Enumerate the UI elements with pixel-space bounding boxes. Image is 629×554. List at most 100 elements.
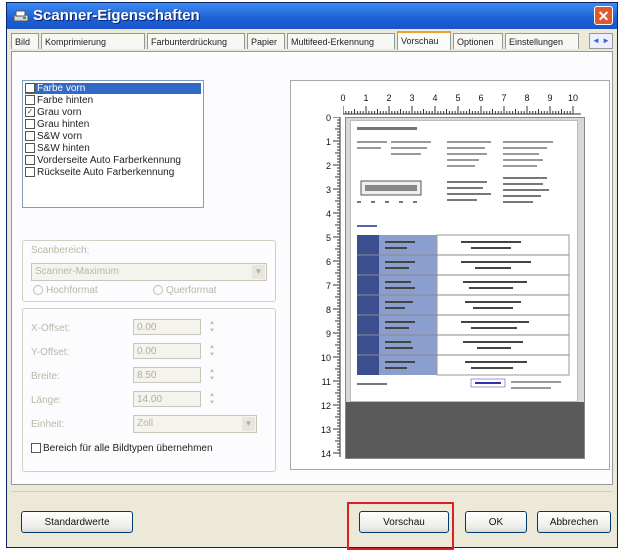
ruler-left: 0 1 2 3 4 5 6 7 8 9 10 11 12 13 14 xyxy=(317,113,341,459)
list-item[interactable]: S&W hinten xyxy=(25,143,90,154)
length-label: Länge: xyxy=(31,395,62,406)
y-offset-label: Y-Offset: xyxy=(31,347,70,358)
list-item[interactable]: Grau hinten xyxy=(25,119,89,130)
unit-select[interactable]: Zoll ▼ xyxy=(133,415,257,433)
ruler-tick-label: 5 xyxy=(455,93,461,103)
scan-area-select[interactable]: Scanner-Maximum ▼ xyxy=(31,263,267,281)
ruler-tick-label: 9 xyxy=(325,329,331,339)
list-item[interactable]: Farbe vorn xyxy=(25,83,201,94)
highlight-box xyxy=(347,502,454,550)
ruler-tick-label: 1 xyxy=(363,93,369,103)
tab-farbunterdrueckung[interactable]: Farbunterdrückung xyxy=(147,33,245,49)
y-offset-field[interactable]: 0.00 xyxy=(133,343,201,359)
checkbox[interactable] xyxy=(25,155,35,166)
length-field[interactable]: 14.00 xyxy=(133,391,201,407)
checkbox[interactable] xyxy=(25,131,35,142)
tab-papier[interactable]: Papier xyxy=(247,33,285,49)
list-item[interactable]: S&W vorn xyxy=(25,131,82,142)
ruler-tick-label: 11 xyxy=(321,377,331,387)
checkbox[interactable] xyxy=(25,119,35,130)
scan-area-value: Scanner-Maximum xyxy=(35,266,119,277)
ruler-tick-label: 13 xyxy=(320,425,331,435)
apply-all-checkbox[interactable]: Bereich für alle Bildtypen übernehmen xyxy=(31,443,213,454)
unit-label: Einheit: xyxy=(31,419,65,430)
image-type-list[interactable]: Farbe vorn Farbe hinten ✓ Grau vorn Grau … xyxy=(22,80,204,208)
ruler-tick-label: 10 xyxy=(567,93,578,103)
checkbox[interactable] xyxy=(25,83,35,94)
preview-area[interactable]: 0 1 2 3 4 5 6 7 8 9 10 0 1 2 3 4 5 6 7 8… xyxy=(290,80,610,470)
ruler-tick-label: 8 xyxy=(524,93,530,103)
ruler-left-ticks xyxy=(333,117,341,457)
checkbox[interactable] xyxy=(25,167,35,178)
checkbox[interactable] xyxy=(31,443,41,454)
ok-button[interactable]: OK xyxy=(465,511,527,533)
ruler-tick-label: 2 xyxy=(386,93,392,103)
ruler-tick-label: 7 xyxy=(325,281,331,291)
x-offset-spinner[interactable]: ▲ ▼ xyxy=(207,319,217,335)
landscape-radio[interactable]: Querformat xyxy=(153,285,217,296)
ruler-tick-label: 8 xyxy=(325,305,331,315)
title-bar[interactable]: Scanner-Eigenschaften ✕ xyxy=(7,3,617,29)
ruler-tick-label: 9 xyxy=(547,93,553,103)
ruler-top-ticks xyxy=(343,106,581,115)
offset-group: X-Offset: 0.00 ▲ ▼ Y-Offset: 0.00 ▲ ▼ Brei… xyxy=(22,308,276,472)
ruler-tick-label: 0 xyxy=(340,93,346,103)
checkbox[interactable] xyxy=(25,143,35,154)
tab-komprimierung[interactable]: Komprimierung xyxy=(41,33,145,49)
window-title: Scanner-Eigenschaften xyxy=(33,7,200,24)
list-item[interactable]: ✓ Grau vorn xyxy=(25,107,81,118)
ruler-tick-label: 3 xyxy=(325,185,331,195)
width-spinner[interactable]: ▲ ▼ xyxy=(207,367,217,383)
width-label: Breite: xyxy=(31,371,60,382)
checkbox[interactable] xyxy=(25,95,35,106)
list-item[interactable]: Vorderseite Auto Farberkennung xyxy=(25,155,181,166)
unit-value: Zoll xyxy=(137,418,154,429)
list-item[interactable]: Rückseite Auto Farberkennung xyxy=(25,167,174,178)
close-button[interactable]: ✕ xyxy=(594,6,613,25)
tab-einstellungen[interactable]: Einstellungen xyxy=(505,33,579,49)
x-offset-field[interactable]: 0.00 xyxy=(133,319,201,335)
defaults-button[interactable]: Standardwerte xyxy=(21,511,133,533)
tab-scroll-arrows[interactable]: ◄ ► xyxy=(589,33,613,49)
ruler-tick-label: 10 xyxy=(320,353,331,363)
tab-bild[interactable]: Bild xyxy=(11,33,39,49)
scan-area-group: Scanbereich: Scanner-Maximum ▼ Hochforma… xyxy=(22,240,276,302)
chevron-down-icon[interactable]: ▼ xyxy=(252,265,265,279)
tab-vorschau[interactable]: Vorschau xyxy=(397,31,451,50)
scanner-icon xyxy=(13,10,29,22)
scanned-document-thumbnail xyxy=(350,120,578,402)
document-preview-graphic xyxy=(357,127,570,389)
tab-optionen[interactable]: Optionen xyxy=(453,33,503,49)
ruler-tick-label: 5 xyxy=(325,233,331,243)
chevron-down-icon[interactable]: ▼ xyxy=(242,417,255,431)
scan-area-label: Scanbereich: xyxy=(31,245,90,256)
portrait-radio[interactable]: Hochformat xyxy=(33,285,98,296)
checkbox-checked[interactable]: ✓ xyxy=(25,107,35,118)
ruler-tick-label: 2 xyxy=(325,161,331,171)
vorschau-panel: Farbe vorn Farbe hinten ✓ Grau vorn Grau … xyxy=(11,51,613,485)
ruler-tick-label: 4 xyxy=(432,93,438,103)
ruler-top: 0 1 2 3 4 5 6 7 8 9 10 xyxy=(340,93,589,115)
ruler-tick-label: 6 xyxy=(325,257,331,267)
unscanned-area xyxy=(346,402,584,458)
radio-selected-icon[interactable] xyxy=(33,285,43,296)
ruler-tick-label: 1 xyxy=(325,137,331,147)
ruler-tick-label: 3 xyxy=(409,93,415,103)
ruler-tick-label: 0 xyxy=(325,113,331,123)
scanner-properties-dialog: Scanner-Eigenschaften ✕ Bild Komprimieru… xyxy=(6,2,618,548)
tab-multifeed-erkennung[interactable]: Multifeed-Erkennung xyxy=(287,33,395,49)
ruler-tick-label: 14 xyxy=(320,449,331,459)
width-field[interactable]: 8.50 xyxy=(133,367,201,383)
length-spinner[interactable]: ▲ ▼ xyxy=(207,391,217,407)
ruler-tick-label: 4 xyxy=(325,209,331,219)
ruler-tick-label: 12 xyxy=(320,401,331,411)
ruler-tick-label: 7 xyxy=(501,93,507,103)
x-offset-label: X-Offset: xyxy=(31,323,71,334)
list-item[interactable]: Farbe hinten xyxy=(25,95,93,106)
scan-preview-image[interactable] xyxy=(345,117,585,459)
cancel-button[interactable]: Abbrechen xyxy=(537,511,611,533)
ruler-tick-label: 6 xyxy=(478,93,484,103)
radio-icon[interactable] xyxy=(153,285,163,296)
tab-strip: Bild Komprimierung Farbunterdrückung Pap… xyxy=(11,31,613,51)
y-offset-spinner[interactable]: ▲ ▼ xyxy=(207,343,217,359)
